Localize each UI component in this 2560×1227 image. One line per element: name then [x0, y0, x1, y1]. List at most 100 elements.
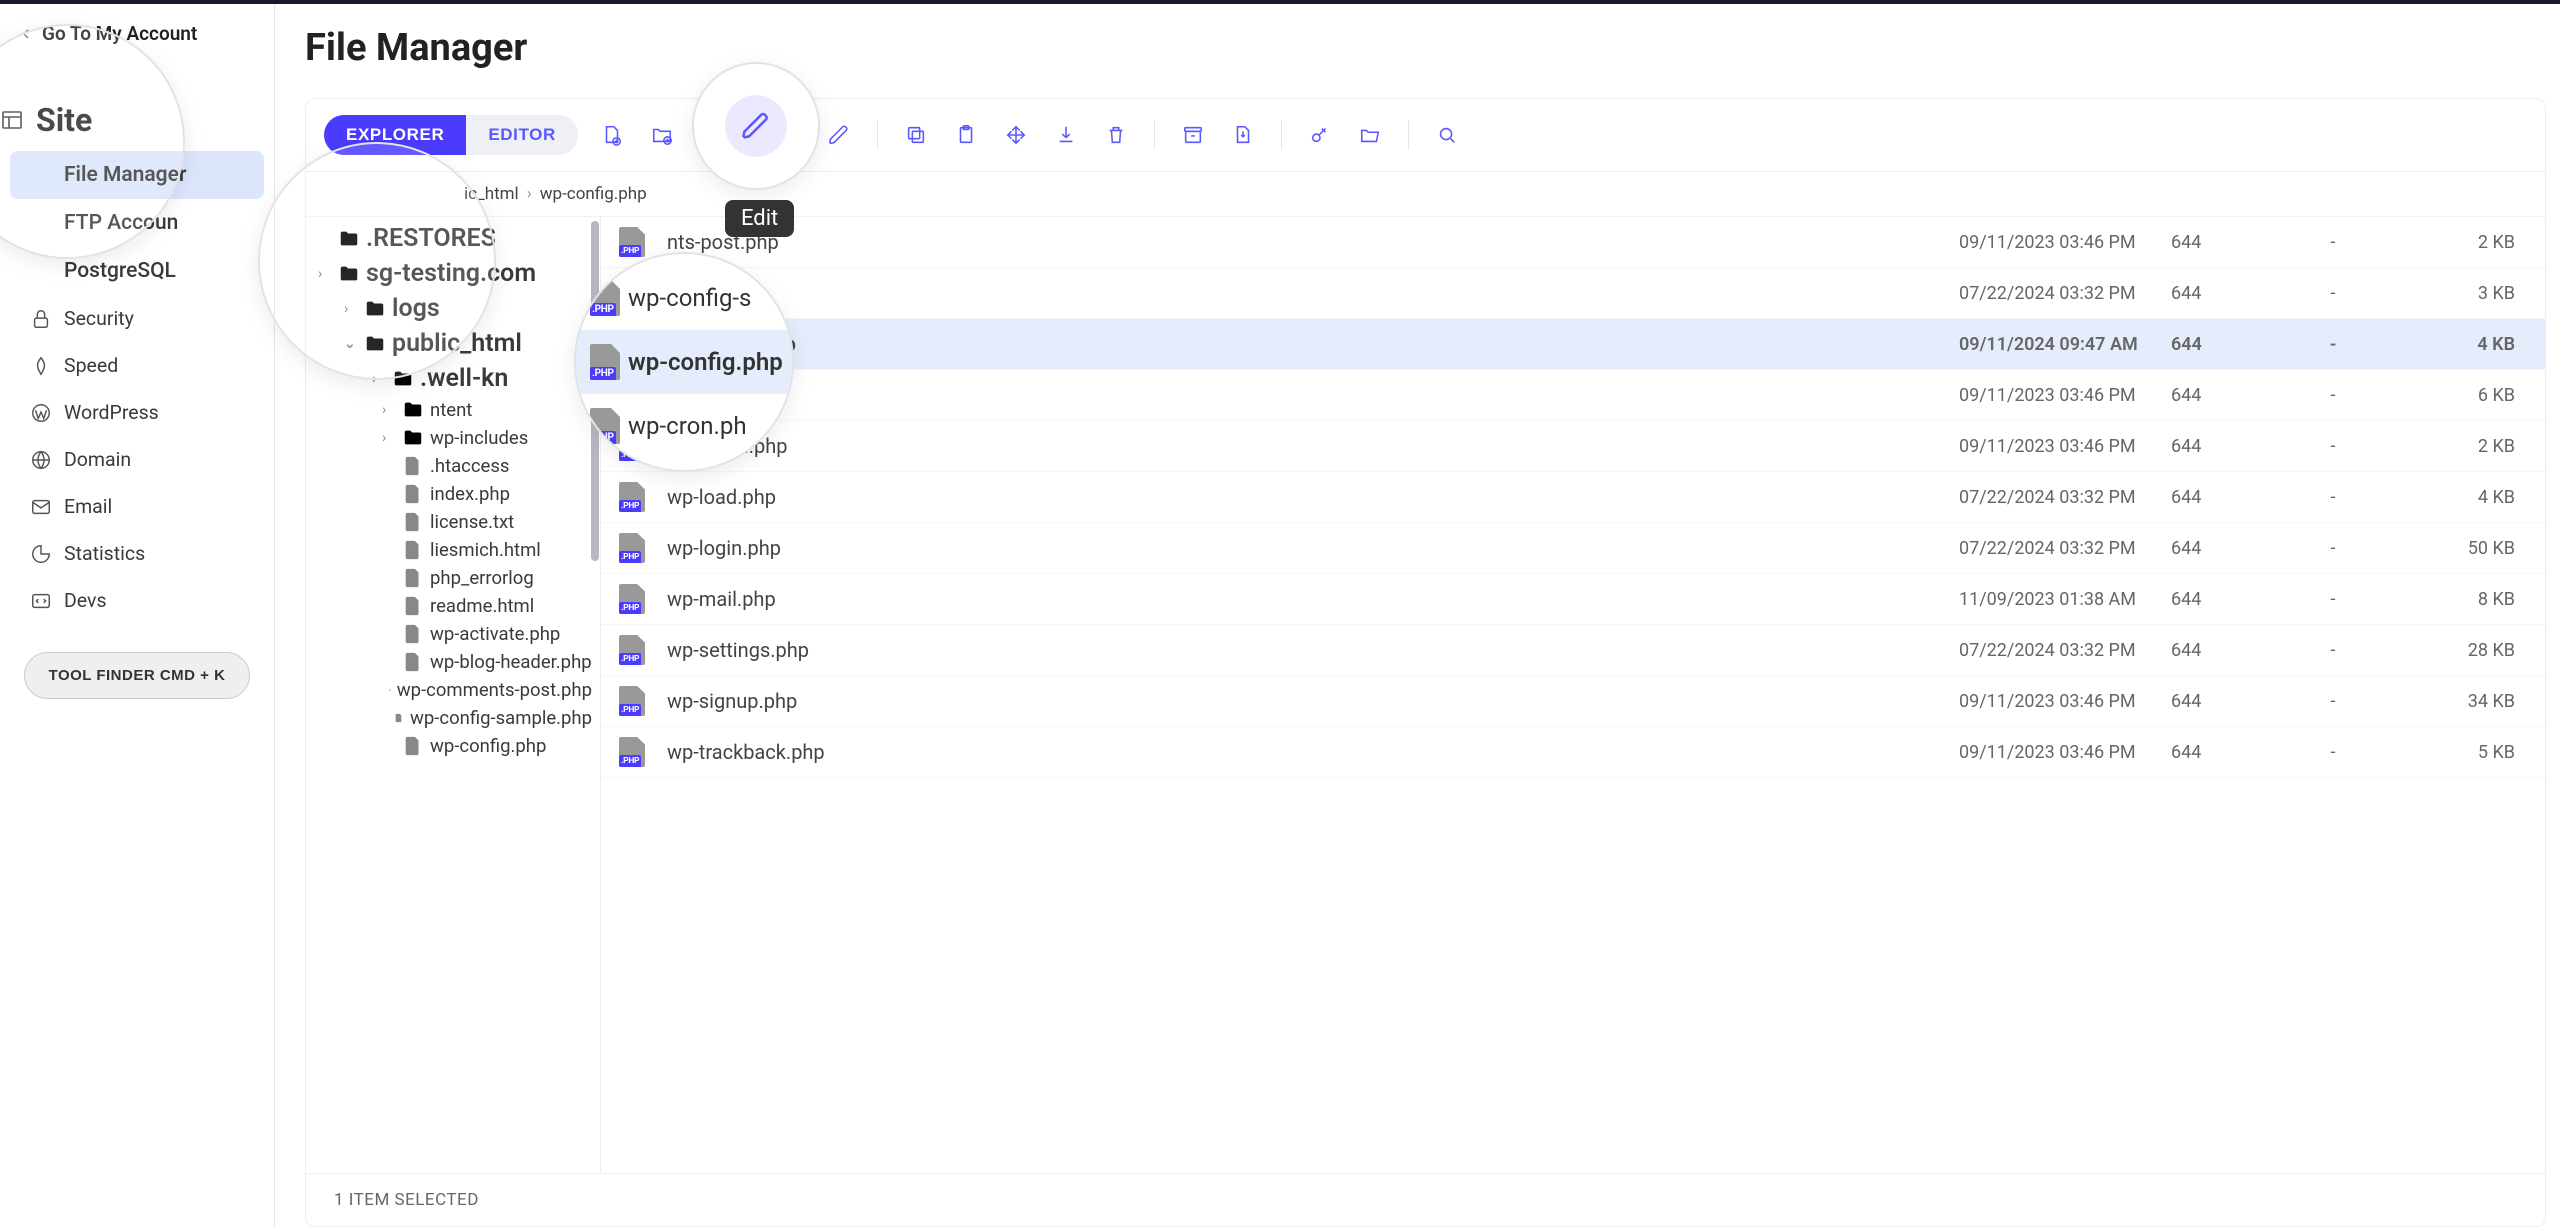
file-date: 09/11/2023 03:46 PM	[1959, 742, 2159, 763]
file-row[interactable]: 09/11/2023 03:46 PM644-6 KB	[601, 370, 2545, 421]
tree-folder--well-kn[interactable]: ›.well-kn	[306, 361, 600, 396]
sidebar-site-heading[interactable]: Site	[0, 93, 274, 151]
tree-file--htaccess[interactable]: .htaccess	[306, 452, 600, 480]
file-row[interactable]: wp-login.php07/22/2024 03:32 PM644-50 KB	[601, 523, 2545, 574]
tree-folder-wp-includes[interactable]: ›wp-includes	[306, 424, 600, 452]
wordpress-icon	[30, 402, 52, 424]
file-row[interactable]: wp-signup.php09/11/2023 03:46 PM644-34 K…	[601, 676, 2545, 727]
copy-button[interactable]	[894, 113, 938, 157]
sidebar-item-statistics[interactable]: Statistics	[10, 530, 264, 577]
file-row[interactable]: nts-post.php09/11/2023 03:46 PM644-2 KB	[601, 217, 2545, 268]
file-permissions: 644	[2171, 589, 2271, 610]
upload-folder-icon	[778, 124, 800, 146]
archive-button[interactable]	[1171, 113, 1215, 157]
file-owner: -	[2283, 589, 2383, 610]
tab-explorer[interactable]: EXPLORER	[324, 115, 466, 155]
status-bar: 1 ITEM SELECTED	[306, 1173, 2545, 1226]
tree-folder-sg-testing-com[interactable]: ›sg-testing.com	[306, 256, 600, 291]
toolbar-separator	[877, 120, 878, 150]
php-file-icon	[619, 533, 645, 563]
download-button[interactable]	[1044, 113, 1088, 157]
file-permissions: 644	[2171, 385, 2271, 406]
tree-file-wp-comments-post-php[interactable]: wp-comments-post.php	[306, 676, 600, 704]
tree-file-wp-activate-php[interactable]: wp-activate.php	[306, 620, 600, 648]
php-file-icon	[619, 635, 645, 665]
permissions-button[interactable]	[1298, 113, 1342, 157]
file-owner: -	[2283, 436, 2383, 457]
tree-file-php-errorlog[interactable]: php_errorlog	[306, 564, 600, 592]
search-button[interactable]	[1425, 113, 1469, 157]
file-row[interactable]: wp-trackback.php09/11/2023 03:46 PM644-5…	[601, 727, 2545, 778]
file-date: 07/22/2024 03:32 PM	[1959, 487, 2159, 508]
sidebar-item-speed[interactable]: Speed	[10, 342, 264, 389]
tree-file-wp-blog-header-php[interactable]: wp-blog-header.php	[306, 648, 600, 676]
chevron-down-icon[interactable]: ⌄	[344, 336, 358, 352]
paste-button[interactable]	[944, 113, 988, 157]
chevron-right-icon[interactable]: ›	[344, 301, 358, 317]
move-button[interactable]	[994, 113, 1038, 157]
tree-file-index-php[interactable]: index.php	[306, 480, 600, 508]
tree-file-readme-html[interactable]: readme.html	[306, 592, 600, 620]
tree-file-wp-config-sample-php[interactable]: wp-config-sample.php	[306, 704, 600, 732]
tree-item-label: public_html	[392, 329, 522, 358]
new-file-button[interactable]	[590, 113, 634, 157]
file-row[interactable]: wp-settings.php07/22/2024 03:32 PM644-28…	[601, 625, 2545, 676]
sidebar-item-devs[interactable]: Devs	[10, 577, 264, 624]
file-owner: -	[2283, 334, 2383, 355]
file-row[interactable]: .php07/22/2024 03:32 PM644-3 KB	[601, 268, 2545, 319]
tree-file-liesmich-html[interactable]: liesmich.html	[306, 536, 600, 564]
tree-item-label: .htaccess	[430, 455, 509, 477]
upload-folder-button[interactable]	[767, 113, 811, 157]
tool-finder-button[interactable]: TOOL FINDER CMD + K	[24, 652, 251, 699]
sidebar-item-ftp-accoun[interactable]: FTP Accoun	[10, 199, 264, 247]
folder-icon	[338, 263, 360, 285]
file-row[interactable]: wp-mail.php11/09/2023 01:38 AM644-8 KB	[601, 574, 2545, 625]
tree-folder-ntent[interactable]: ›ntent	[306, 396, 600, 424]
file-permissions: 644	[2171, 487, 2271, 508]
upload-file-button[interactable]	[717, 113, 761, 157]
folder-tree[interactable]: .RESTORES›sg-testing.com›logs ⌄ public_htm…	[306, 217, 601, 1173]
tab-editor[interactable]: EDITOR	[466, 115, 578, 155]
folder-icon	[364, 333, 386, 355]
file-owner: -	[2283, 487, 2383, 508]
tree-file-wp-config-php[interactable]: wp-config.php	[306, 732, 600, 760]
breadcrumb-segment[interactable]: wp-config.php	[540, 184, 647, 204]
breadcrumb-segment[interactable]: ic_html	[464, 184, 519, 204]
file-permissions: 644	[2171, 691, 2271, 712]
file-list[interactable]: nts-post.php09/11/2023 03:46 PM644-2 KB.…	[601, 217, 2545, 1173]
file-name: wp-signup.php	[667, 689, 1947, 713]
sidebar-item-domain[interactable]: Domain	[10, 436, 264, 483]
sidebar-item-wordpress[interactable]: WordPress	[10, 389, 264, 436]
file-row[interactable]: wp -opml.php09/11/2023 03:46 PM644-2 KB	[601, 421, 2545, 472]
file-permissions: 644	[2171, 640, 2271, 661]
breadcrumbs: ic_html › wp-config.php	[306, 172, 2545, 217]
file-date: 09/11/2023 03:46 PM	[1959, 385, 2159, 406]
edit-button[interactable]	[817, 113, 861, 157]
file-row[interactable]: wp-load.php07/22/2024 03:32 PM644-4 KB	[601, 472, 2545, 523]
extract-button[interactable]	[1221, 113, 1265, 157]
tree-file-license-txt[interactable]: license.txt	[306, 508, 600, 536]
sidebar-item-security[interactable]: Security	[10, 295, 264, 342]
key-icon	[1309, 124, 1331, 146]
chevron-right-icon[interactable]: ›	[372, 371, 386, 387]
chevron-right-icon: ›	[527, 184, 532, 204]
chevron-right-icon[interactable]: ›	[382, 402, 396, 418]
sidebar-item-label: Speed	[64, 354, 118, 377]
delete-button[interactable]	[1094, 113, 1138, 157]
sidebar-item-file-manager[interactable]: File Manager	[10, 151, 264, 199]
chevron-right-icon[interactable]: ›	[382, 430, 396, 446]
toolbar-separator	[1154, 120, 1155, 150]
file-icon	[402, 539, 424, 561]
chevron-right-icon[interactable]: ›	[318, 266, 332, 282]
go-to-account-link[interactable]: Go To My Account	[0, 14, 274, 53]
tree-folder-logs[interactable]: ›logs	[306, 291, 600, 326]
new-folder-button[interactable]	[640, 113, 684, 157]
sidebar-item-email[interactable]: Email	[10, 483, 264, 530]
change-folder-button[interactable]	[1348, 113, 1392, 157]
tree-folder-public-html[interactable]: ⌄ public_html	[306, 326, 600, 361]
tree-folder--restores[interactable]: .RESTORES	[306, 221, 600, 256]
file-row[interactable]: wp-config.php09/11/2024 09:47 AM644-4 KB	[601, 319, 2545, 370]
tree-scrollbar[interactable]	[591, 221, 599, 561]
sidebar-item-postgresql[interactable]: PostgreSQL	[10, 247, 264, 295]
file-date: 09/11/2023 03:46 PM	[1959, 436, 2159, 457]
